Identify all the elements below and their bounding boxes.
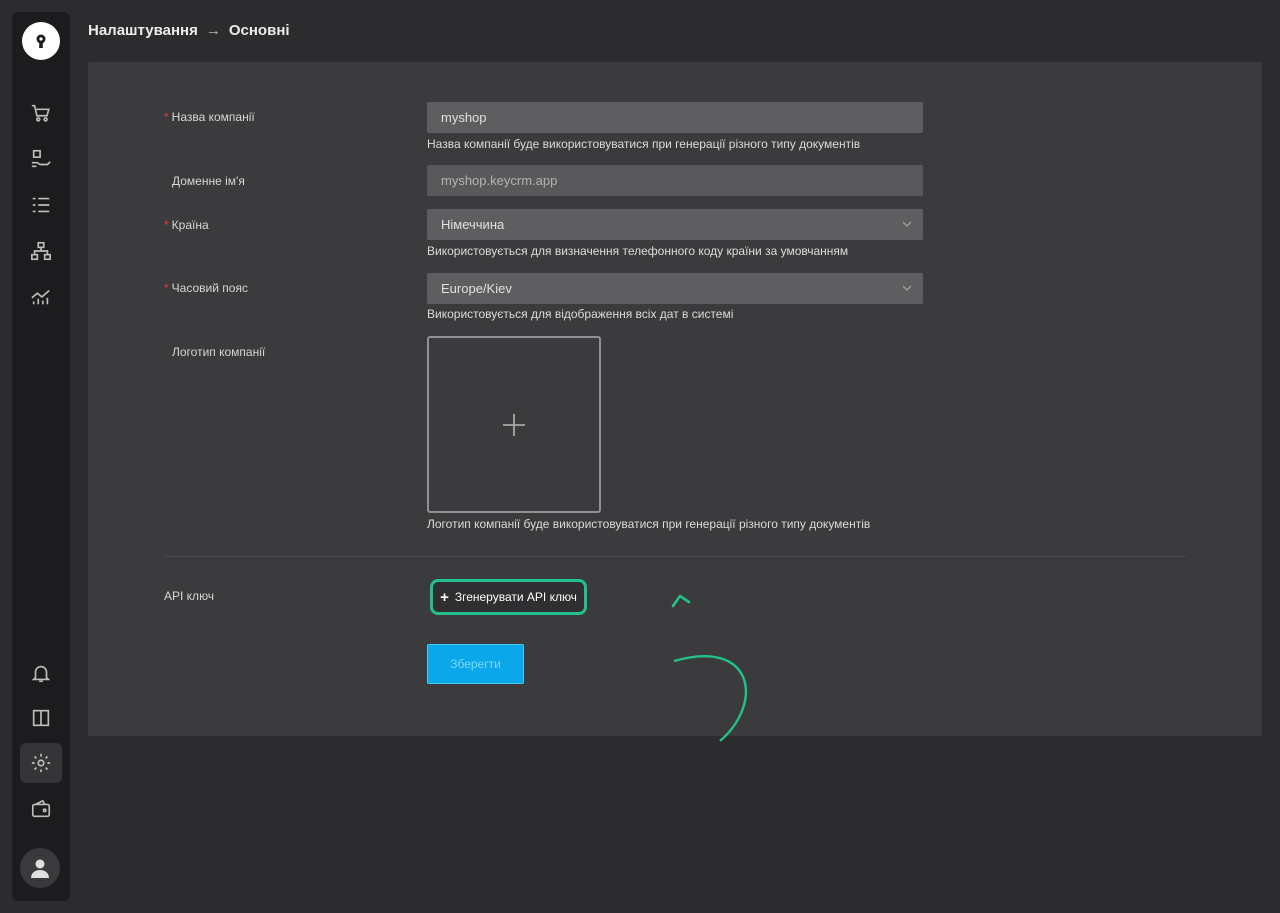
save-button[interactable]: Зберегти <box>427 644 524 684</box>
breadcrumb: Налаштування → Основні <box>88 22 290 39</box>
country-select[interactable]: Німеччина <box>427 209 923 240</box>
user-icon <box>31 859 49 878</box>
api-key-label: API ключ <box>164 589 215 603</box>
sidebar-item-docs[interactable] <box>27 704 55 732</box>
sidebar-item-analytics[interactable] <box>27 282 55 310</box>
box-hand-icon <box>31 149 51 168</box>
chevron-down-icon <box>902 221 912 228</box>
sidebar-item-notifications[interactable] <box>27 659 55 687</box>
book-icon <box>32 709 50 727</box>
breadcrumb-separator: → <box>205 22 221 39</box>
user-avatar[interactable] <box>20 848 60 888</box>
app-logo[interactable] <box>22 22 60 60</box>
annotation-arrow <box>671 594 748 742</box>
hierarchy-icon <box>31 241 51 261</box>
analytics-icon <box>31 289 50 305</box>
section-divider <box>164 556 1186 557</box>
logo-hint: Логотип компанії буде використовуватися … <box>427 517 871 531</box>
wallet-icon <box>31 799 51 818</box>
country-label: * Країна <box>164 218 209 232</box>
breadcrumb-current: Основні <box>228 22 290 39</box>
sidebar <box>12 12 70 901</box>
generate-api-key-button[interactable]: + Згенерувати API ключ <box>430 579 587 615</box>
sidebar-item-billing[interactable] <box>27 795 55 823</box>
sidebar-item-products[interactable] <box>27 145 55 173</box>
timezone-label: * Часовий пояс <box>164 281 248 295</box>
keyhole-icon <box>36 34 46 48</box>
logo-upload[interactable] <box>427 336 601 513</box>
sidebar-item-structure[interactable] <box>27 237 55 265</box>
chevron-down-icon <box>902 285 912 292</box>
company-name-input[interactable]: myshop <box>427 102 923 133</box>
gear-icon <box>31 753 51 773</box>
company-name-label: * Назва компанії <box>164 110 255 124</box>
country-hint: Використовується для визначення телефонн… <box>427 244 849 258</box>
domain-input: myshop.keycrm.app <box>427 165 923 196</box>
cart-icon <box>31 104 50 122</box>
sidebar-item-settings[interactable] <box>20 743 62 783</box>
sidebar-item-tasks[interactable] <box>27 191 55 219</box>
generate-api-key-label: Згенерувати API ключ <box>454 590 577 604</box>
sidebar-item-orders[interactable] <box>27 99 55 127</box>
settings-card: * Назва компанії myshop Назва компанії бу… <box>88 62 1262 742</box>
checklist-icon <box>32 197 50 213</box>
timezone-select[interactable]: Europe/Kiev <box>427 273 923 304</box>
logo-label: Логотип компанії <box>172 345 266 359</box>
timezone-hint: Використовується для відображення всіх д… <box>427 307 734 321</box>
timezone-select-value: Europe/Kiev <box>441 281 512 296</box>
bell-icon <box>31 665 51 683</box>
plus-icon <box>503 413 525 436</box>
company-name-hint: Назва компанії буде використовуватися пр… <box>427 137 861 151</box>
country-select-value: Німеччина <box>441 217 505 232</box>
breadcrumb-parent[interactable]: Налаштування <box>88 22 198 39</box>
plus-icon: + <box>440 588 449 606</box>
domain-label: Доменне ім'я <box>172 174 245 188</box>
